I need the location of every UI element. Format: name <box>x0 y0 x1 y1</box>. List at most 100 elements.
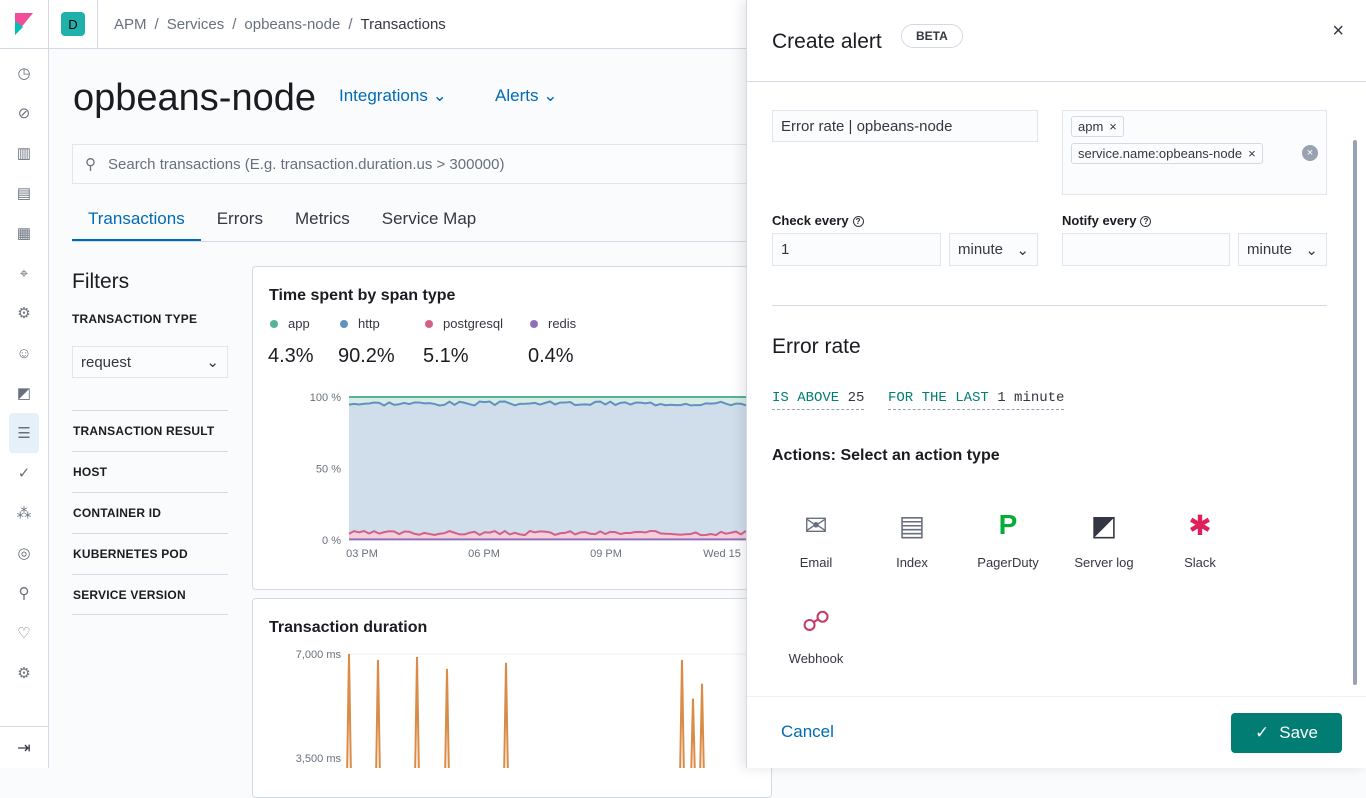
integrations-menu[interactable]: Integrations ⌄ <box>339 86 447 106</box>
tab-metrics[interactable]: Metrics <box>279 200 366 241</box>
scrollbar[interactable] <box>1353 140 1357 685</box>
filter-container-id[interactable]: CONTAINER ID <box>72 492 228 533</box>
dashboard-icon[interactable]: ▤ <box>0 173 48 213</box>
index-icon: ▤ <box>898 509 926 541</box>
tab-errors[interactable]: Errors <box>201 200 279 241</box>
filter-kubernetes-pod[interactable]: KUBERNETES POD <box>72 533 228 574</box>
x-tick-label: 06 PM <box>468 548 500 560</box>
uptime-icon[interactable]: ✓ <box>0 453 48 493</box>
legend-item-app[interactable]: app 4.3% <box>268 316 314 368</box>
x-tick-label: 09 PM <box>590 548 622 560</box>
filter-transaction-result[interactable]: TRANSACTION RESULT <box>72 410 228 451</box>
flyout-title: Create alert <box>772 30 882 53</box>
kibana-logo[interactable] <box>0 0 48 49</box>
collapse-nav-icon[interactable]: ⇥ <box>0 726 48 768</box>
breadcrumb-service[interactable]: opbeans-node <box>244 16 340 33</box>
x-tick-label: Wed 15 <box>703 548 741 560</box>
span-chart-title: Time spent by span type <box>269 287 456 304</box>
legend-item-redis[interactable]: redis 0.4% <box>528 316 576 368</box>
line-duration <box>346 653 705 768</box>
remove-tag-icon[interactable]: × <box>1248 146 1256 161</box>
action-webhook[interactable]: ☍ Webhook <box>780 601 852 667</box>
notify-every-label: Notify every? <box>1062 213 1152 228</box>
filters-title: Filters <box>72 270 130 293</box>
filter-service-version[interactable]: SERVICE VERSION <box>72 574 228 615</box>
window-expression[interactable]: FOR THE LAST 1 minute <box>888 390 1065 410</box>
action-index[interactable]: ▤ Index <box>876 505 948 571</box>
check-every-label: Check every? <box>772 213 864 228</box>
alert-name-input[interactable]: Error rate | opbeans-node <box>772 110 1038 142</box>
duration-chart-title: Transaction duration <box>269 619 428 636</box>
discover-icon[interactable]: ⊘ <box>0 93 48 133</box>
check-every-input[interactable]: 1 <box>772 233 941 266</box>
slack-icon: ✱ <box>1188 509 1212 541</box>
tabs: Transactions Errors Metrics Service Map <box>72 200 752 242</box>
maps-icon[interactable]: ⌖ <box>0 253 48 293</box>
dev-tools-icon[interactable]: ⚲ <box>0 573 48 613</box>
x-tick-label: 03 PM <box>346 548 378 560</box>
y-tick-label: 0 % <box>322 535 341 547</box>
tab-service-map[interactable]: Service Map <box>366 200 492 241</box>
legend-item-http[interactable]: http 90.2% <box>338 316 395 368</box>
clear-tags-icon[interactable]: × <box>1302 145 1318 161</box>
tag-apm: apm × <box>1071 116 1124 137</box>
tab-transactions[interactable]: Transactions <box>72 200 201 241</box>
chevron-down-icon: ⌄ <box>206 354 219 371</box>
search-input[interactable]: ⚲ Search transactions (E.g. transaction.d… <box>72 144 752 184</box>
tag-service-name: service.name:opbeans-node × <box>1071 143 1263 164</box>
monitoring-icon[interactable]: ◎ <box>0 533 48 573</box>
action-email[interactable]: ✉ Email <box>780 505 852 571</box>
canvas-icon[interactable]: ▦ <box>0 213 48 253</box>
alerts-menu[interactable]: Alerts ⌄ <box>495 86 557 106</box>
filter-host[interactable]: HOST <box>72 451 228 492</box>
management-icon[interactable]: ⚙ <box>0 653 48 693</box>
ml-icon[interactable]: ⚙ <box>0 293 48 333</box>
pagerduty-icon: P <box>998 509 1018 540</box>
legend-value: 5.1% <box>423 345 469 367</box>
notify-unit-select[interactable]: minute ⌄ <box>1238 233 1327 266</box>
check-unit-select[interactable]: minute ⌄ <box>949 233 1038 266</box>
legend-item-postgresql[interactable]: postgresql 5.1% <box>423 316 503 368</box>
logs-icon[interactable]: ◩ <box>0 373 48 413</box>
stack-monitoring-icon[interactable]: ♡ <box>0 613 48 653</box>
breadcrumb-apm[interactable]: APM <box>114 16 147 33</box>
action-server-log[interactable]: ◩ Server log <box>1068 505 1140 571</box>
save-button[interactable]: ✓ Save <box>1231 713 1342 753</box>
apm-icon[interactable]: ☰ <box>9 413 39 453</box>
recent-icon[interactable]: ◷ <box>0 53 48 93</box>
legend-value: 90.2% <box>338 345 395 367</box>
y-tick-label: 100 % <box>310 392 341 404</box>
breadcrumb-services[interactable]: Services <box>167 16 225 33</box>
search-icon: ⚲ <box>85 156 96 173</box>
create-alert-flyout: Create alert BETA × Error rate | opbeans… <box>746 0 1366 768</box>
legend-value: 4.3% <box>268 345 314 367</box>
threshold-expression[interactable]: IS ABOVE 25 <box>772 390 865 410</box>
side-nav: ◷ ⊘ ▥ ▤ ▦ ⌖ ⚙ ☺ ◩ ☰ ✓ ⁂ ◎ ⚲ ♡ ⚙ ⇥ <box>0 0 49 768</box>
visualize-icon[interactable]: ▥ <box>0 133 48 173</box>
duration-chart: 7,000 ms 3,500 ms <box>296 649 746 768</box>
area-http <box>349 401 746 536</box>
email-icon: ✉ <box>804 509 828 541</box>
siem-icon[interactable]: ☺ <box>0 333 48 373</box>
notify-every-input[interactable] <box>1062 233 1230 266</box>
span-chart: 100 % 50 % 0 % 03 PM 06 PM 09 PM Wed 15 <box>310 392 746 560</box>
help-icon: ? <box>1140 216 1152 228</box>
server-log-icon: ◩ <box>1090 509 1118 541</box>
section-title: Error rate <box>772 335 861 358</box>
legend-value: 0.4% <box>528 345 574 367</box>
y-tick-label: 3,500 ms <box>296 753 342 765</box>
remove-tag-icon[interactable]: × <box>1109 119 1117 134</box>
help-icon: ? <box>852 216 864 228</box>
graph-icon[interactable]: ⁂ <box>0 493 48 533</box>
transaction-type-label: TRANSACTION TYPE <box>72 312 198 326</box>
close-icon[interactable]: × <box>1332 20 1344 43</box>
action-pagerduty[interactable]: P PagerDuty <box>972 505 1044 570</box>
transaction-type-select[interactable]: request ⌄ <box>72 346 228 378</box>
action-slack[interactable]: ✱ Slack <box>1164 505 1236 571</box>
y-tick-label: 7,000 ms <box>296 649 342 661</box>
cancel-button[interactable]: Cancel <box>781 722 834 742</box>
actions-title: Actions: Select an action type <box>772 447 1000 464</box>
chevron-down-icon: ⌄ <box>1016 241 1029 259</box>
tags-input[interactable]: apm × service.name:opbeans-node × × <box>1062 110 1327 195</box>
space-avatar[interactable]: D <box>61 12 85 36</box>
